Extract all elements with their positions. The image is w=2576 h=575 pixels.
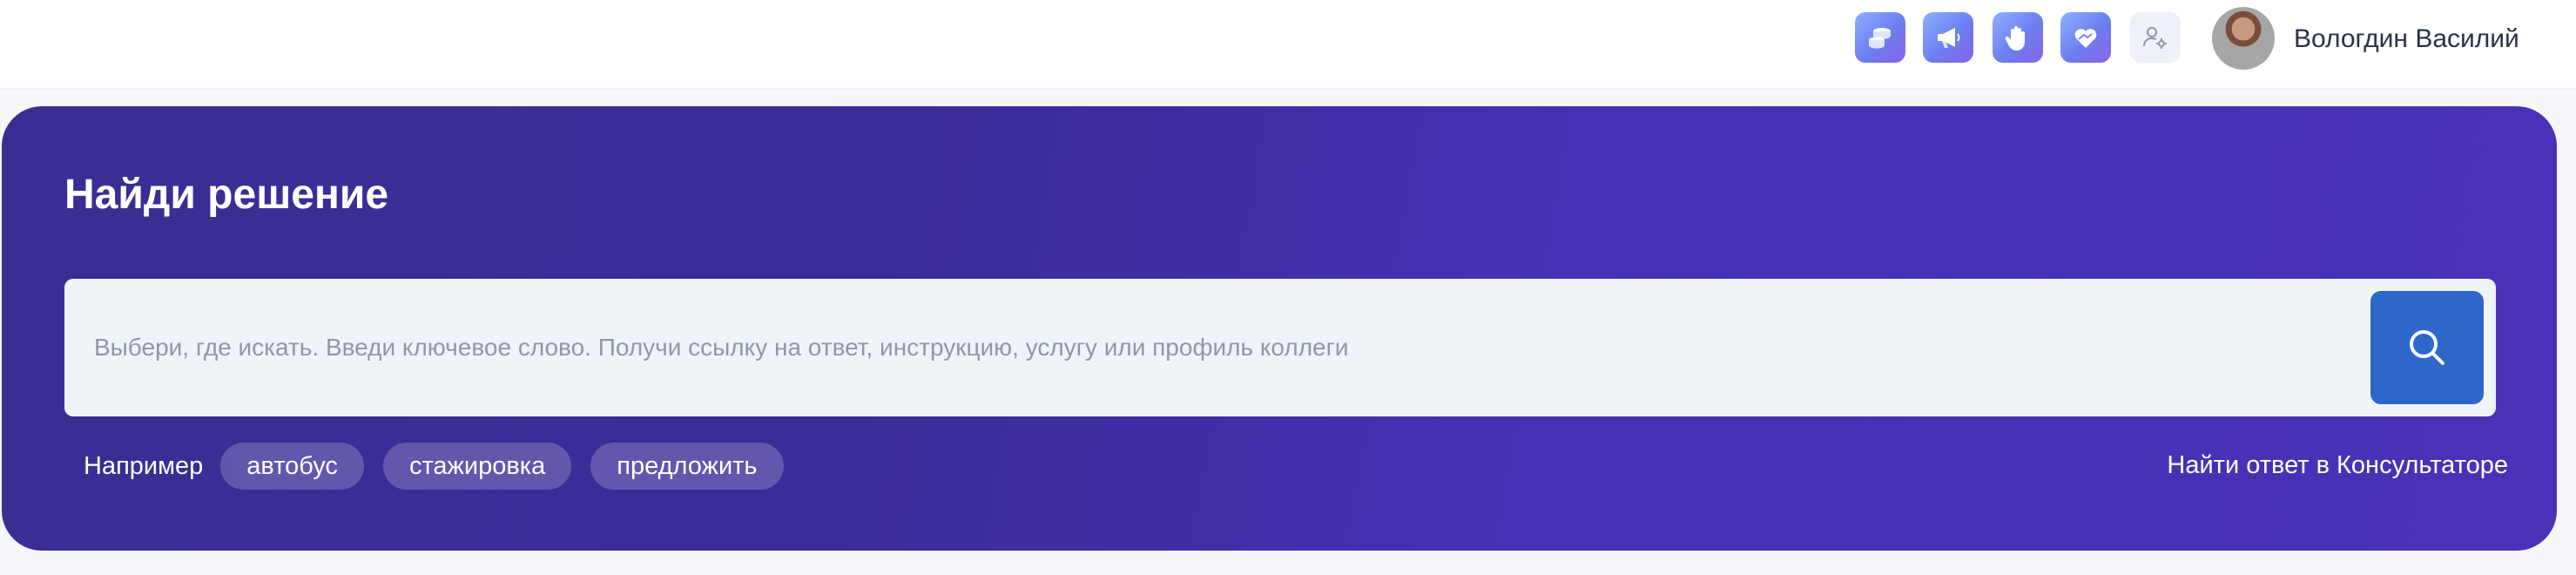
top-bar: Вологдин Василий	[0, 0, 2576, 89]
search-hero: Найди решение Например автобус стажировк…	[2, 106, 2557, 551]
search-button[interactable]	[2370, 291, 2484, 404]
search-icon	[2410, 330, 2445, 365]
user-name[interactable]: Вологдин Василий	[2294, 24, 2519, 54]
wave-hand-icon-graphic	[2005, 26, 2025, 51]
heart-hands-icon-graphic	[2074, 29, 2097, 48]
heart-hands-icon[interactable]	[2060, 12, 2111, 63]
user-settings-icon-graphic	[2143, 27, 2167, 49]
consultant-link[interactable]: Найти ответ в Консультаторе	[2167, 451, 2508, 480]
example-chip[interactable]: предложить	[590, 443, 784, 490]
search-examples: Например автобус стажировка предложить	[84, 443, 803, 490]
example-chip[interactable]: автобус	[220, 443, 364, 490]
example-chip[interactable]: стажировка	[382, 443, 572, 490]
coins-icon-graphic	[1869, 28, 1891, 49]
examples-label: Например	[84, 451, 204, 480]
page-title: Найди решение	[64, 172, 389, 218]
avatar[interactable]	[2212, 7, 2275, 70]
coins-icon[interactable]	[1855, 12, 1905, 63]
search-box	[64, 279, 2496, 416]
megaphone-icon-graphic	[1938, 28, 1960, 48]
search-input[interactable]	[64, 279, 2346, 416]
user-settings-icon[interactable]	[2130, 12, 2181, 63]
megaphone-icon[interactable]	[1923, 12, 1973, 63]
wave-hand-icon[interactable]	[1993, 12, 2043, 63]
